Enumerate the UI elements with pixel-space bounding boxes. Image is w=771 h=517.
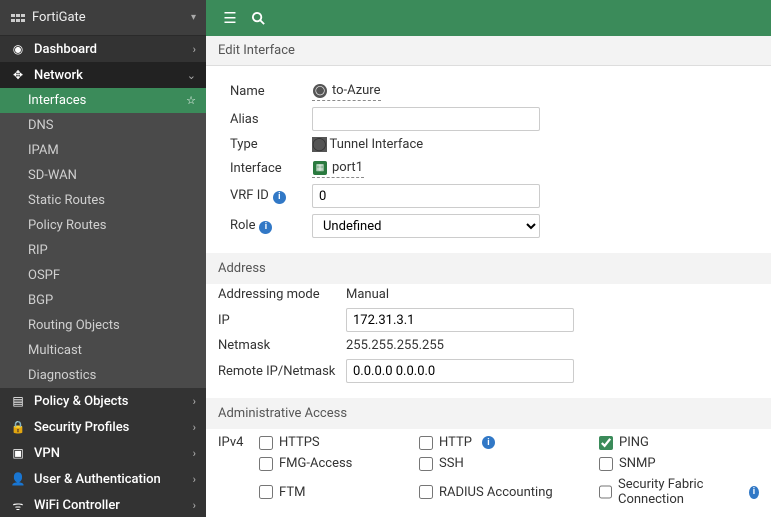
vrfid-input[interactable]	[312, 184, 540, 208]
page-title: Edit Interface	[218, 43, 295, 58]
chevron-right-icon: ›	[193, 395, 196, 408]
brand-label: FortiGate	[32, 10, 86, 25]
main: ☰ Edit Interface Name ◯to-Azure Alias Ty…	[206, 0, 771, 517]
nav-bgp[interactable]: BGP	[0, 288, 206, 313]
label-netmask: Netmask	[218, 338, 346, 353]
chevron-right-icon: ›	[193, 473, 196, 486]
search-icon	[251, 11, 266, 26]
nav-vpn[interactable]: ▣VPN›	[0, 440, 206, 466]
nav-rip[interactable]: RIP	[0, 238, 206, 263]
ip-input[interactable]	[346, 308, 574, 332]
nav-ipam[interactable]: IPAM	[0, 138, 206, 163]
alias-input[interactable]	[312, 107, 540, 131]
chevron-right-icon: ›	[193, 447, 196, 460]
nav-static-routes[interactable]: Static Routes	[0, 188, 206, 213]
cb-ssh[interactable]: SSH	[419, 456, 599, 471]
info-icon[interactable]: i	[273, 191, 286, 204]
nav-policy-routes[interactable]: Policy Routes	[0, 213, 206, 238]
label-vrfid: VRF IDi	[230, 188, 312, 204]
dashboard-icon: ◉	[10, 42, 26, 56]
lock-icon: 🔒	[10, 420, 26, 434]
fortigate-logo-icon	[10, 10, 26, 26]
nav-ospf[interactable]: OSPF	[0, 263, 206, 288]
section-admin-access: Administrative Access	[206, 398, 771, 429]
nav-policy-objects[interactable]: ▤Policy & Objects›	[0, 388, 206, 414]
addressing-mode-value: Manual	[346, 287, 389, 302]
cb-fmg[interactable]: FMG-Access	[259, 456, 419, 471]
topbar: ☰	[206, 0, 771, 36]
label-role: Rolei	[230, 218, 312, 234]
label-remote-ip: Remote IP/Netmask	[218, 364, 346, 379]
wifi-icon: ᯤ	[10, 497, 26, 514]
netmask-value: 255.255.255.255	[346, 338, 444, 353]
cb-fabric[interactable]: Security Fabric Connectioni	[599, 477, 759, 507]
star-icon: ☆	[186, 94, 196, 107]
menu-toggle-button[interactable]: ☰	[216, 4, 244, 32]
tunnel-icon: ◯	[313, 84, 327, 98]
page-header: Edit Interface	[206, 36, 771, 66]
nav-user-auth[interactable]: 👤User & Authentication›	[0, 466, 206, 492]
vpn-icon: ▣	[10, 446, 26, 460]
policy-icon: ▤	[10, 394, 26, 408]
info-icon[interactable]: i	[482, 436, 495, 449]
role-select[interactable]: Undefined	[312, 214, 540, 238]
chevron-right-icon: ›	[193, 43, 196, 56]
label-alias: Alias	[230, 112, 312, 127]
nav-multicast[interactable]: Multicast	[0, 338, 206, 363]
cb-http[interactable]: HTTPi	[419, 435, 599, 450]
tunnel-type-icon: ◯	[312, 137, 327, 152]
caret-down-icon: ▾	[191, 12, 196, 23]
nav-routing-objects[interactable]: Routing Objects	[0, 313, 206, 338]
network-icon: ✥	[10, 68, 26, 82]
label-addressing-mode: Addressing mode	[218, 287, 346, 302]
label-name: Name	[230, 84, 312, 99]
sidebar: FortiGate ▾ ◉Dashboard› ✥Network⌄ Interf…	[0, 0, 206, 517]
chevron-right-icon: ›	[193, 499, 196, 512]
chevron-down-icon: ⌄	[187, 69, 196, 82]
remote-ip-input[interactable]	[346, 359, 574, 383]
name-value: ◯to-Azure	[312, 81, 381, 101]
cb-snmp[interactable]: SNMP	[599, 456, 759, 471]
nav: ◉Dashboard› ✥Network⌄ Interfaces☆ DNS IP…	[0, 36, 206, 517]
type-value: ◯ Tunnel Interface	[312, 137, 423, 152]
nav-sdwan[interactable]: SD-WAN	[0, 163, 206, 188]
nav-interfaces[interactable]: Interfaces☆	[0, 88, 206, 113]
nav-diagnostics[interactable]: Diagnostics	[0, 363, 206, 388]
nav-security-profiles[interactable]: 🔒Security Profiles›	[0, 414, 206, 440]
interface-value: ▦port1	[312, 158, 364, 178]
search-button[interactable]	[244, 4, 272, 32]
nav-dns[interactable]: DNS	[0, 113, 206, 138]
label-type: Type	[230, 137, 312, 152]
cb-ftm[interactable]: FTM	[259, 477, 419, 507]
info-icon[interactable]: i	[259, 221, 272, 234]
nav-dashboard[interactable]: ◉Dashboard›	[0, 36, 206, 62]
info-icon[interactable]: i	[749, 486, 759, 499]
port-icon: ▦	[313, 161, 327, 175]
cb-ping[interactable]: PING	[599, 435, 759, 450]
label-ip: IP	[218, 313, 346, 328]
cb-radius[interactable]: RADIUS Accounting	[419, 477, 599, 507]
brand-menu[interactable]: FortiGate ▾	[0, 0, 206, 36]
section-address: Address	[206, 253, 771, 284]
nav-wifi[interactable]: ᯤWiFi Controller›	[0, 492, 206, 517]
chevron-right-icon: ›	[193, 421, 196, 434]
nav-network[interactable]: ✥Network⌄	[0, 62, 206, 88]
content: Name ◯to-Azure Alias Type ◯ Tunnel Inter…	[206, 66, 771, 517]
label-interface: Interface	[230, 161, 312, 176]
label-ipv4: IPv4	[218, 435, 259, 507]
cb-https[interactable]: HTTPS	[259, 435, 419, 450]
user-icon: 👤	[10, 472, 26, 486]
